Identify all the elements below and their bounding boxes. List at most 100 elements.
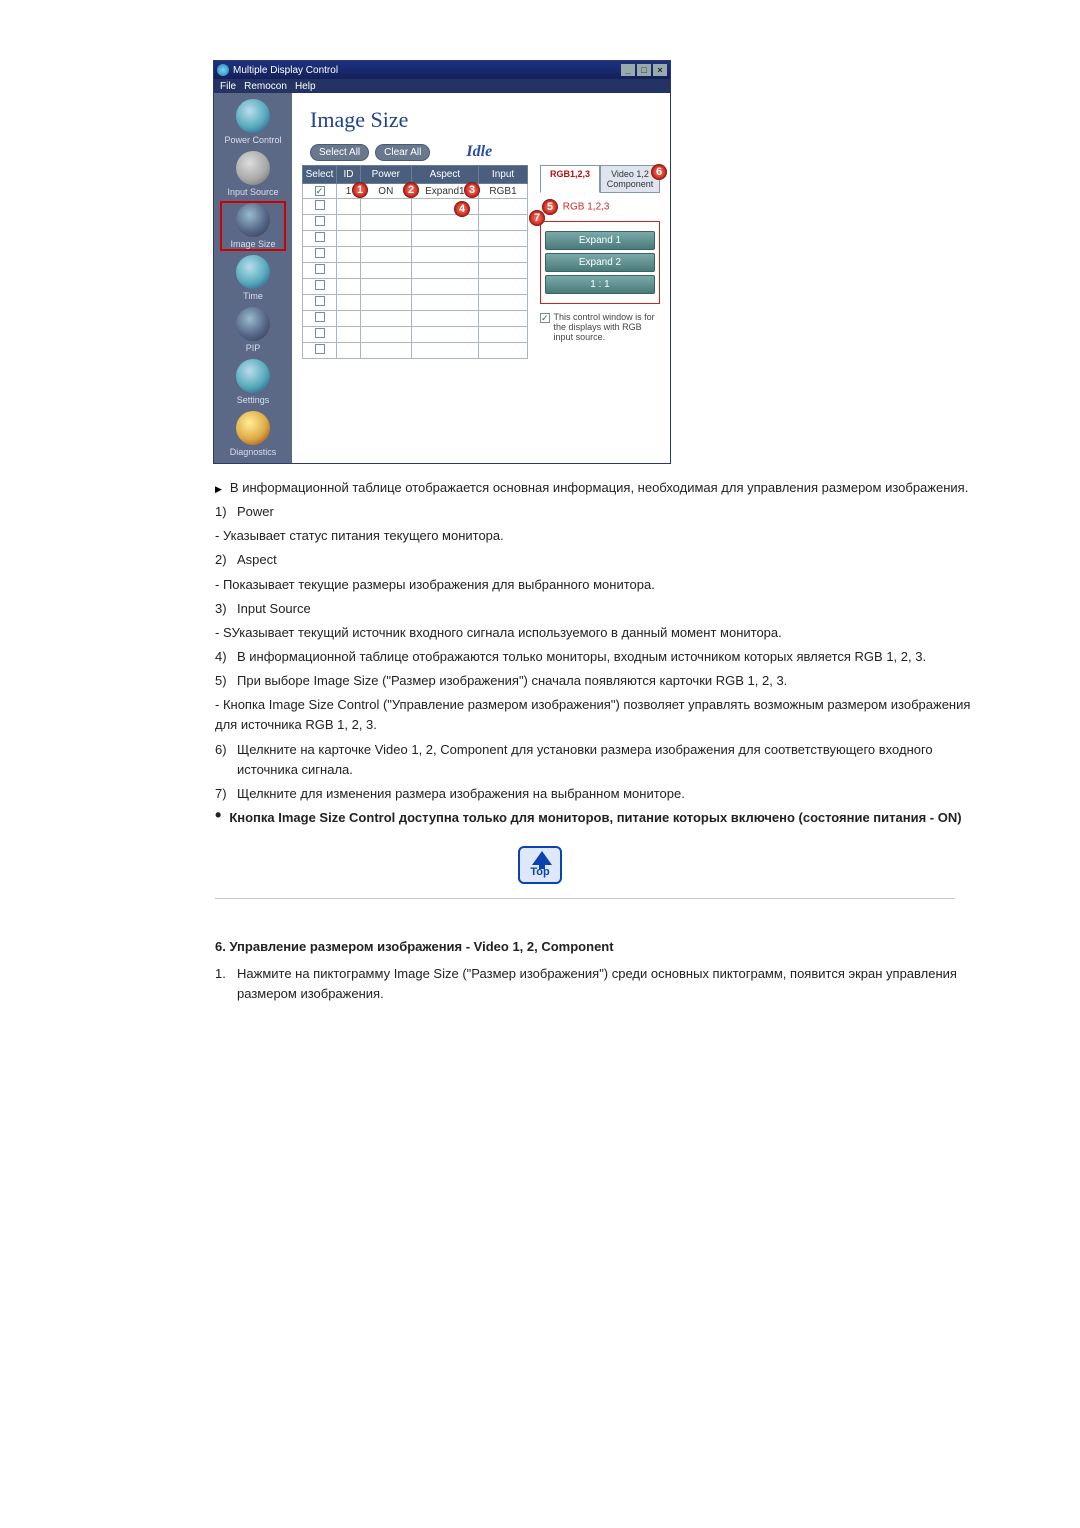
sidebar-item-time[interactable]: Time xyxy=(222,255,284,301)
sidebar-item-label: Time xyxy=(243,291,263,301)
item-2: 2) Aspect xyxy=(215,550,975,570)
row-checkbox[interactable] xyxy=(315,264,325,274)
note-text: This control window is for the displays … xyxy=(554,312,660,342)
item-3-body: - SУказывает текущий источник входного с… xyxy=(215,623,975,643)
table-row[interactable] xyxy=(303,279,528,295)
monitor-table: Select ID Power Aspect Input xyxy=(302,165,528,359)
sidebar: Power Control Input Source Image Size Ti… xyxy=(214,93,292,463)
app-icon xyxy=(217,64,229,76)
clear-all-button[interactable]: Clear All xyxy=(375,144,430,161)
sidebar-item-power-control[interactable]: Power Control xyxy=(222,99,284,145)
titlebar: Multiple Display Control _ □ × xyxy=(214,61,670,79)
power-control-icon xyxy=(236,99,270,133)
minimize-icon[interactable]: _ xyxy=(621,64,635,76)
menu-help[interactable]: Help xyxy=(295,81,316,92)
panel-title: Image Size xyxy=(292,93,670,143)
table-row[interactable] xyxy=(303,231,528,247)
one-to-one-button[interactable]: 1 : 1 xyxy=(545,275,655,294)
table-row[interactable] xyxy=(303,215,528,231)
table-row[interactable] xyxy=(303,263,528,279)
sidebar-item-label: Image Size xyxy=(230,239,275,249)
row-checkbox[interactable] xyxy=(315,328,325,338)
col-select: Select xyxy=(303,166,337,184)
maximize-icon[interactable]: □ xyxy=(637,64,651,76)
section-6-item-1: 1. Нажмите на пиктограмму Image Size ("Р… xyxy=(215,964,975,1004)
item-5: 5) При выборе Image Size ("Размер изобра… xyxy=(215,671,975,691)
row-checkbox[interactable] xyxy=(315,200,325,210)
sidebar-item-input-source[interactable]: Input Source xyxy=(222,151,284,197)
table-row[interactable] xyxy=(303,343,528,359)
image-size-icon xyxy=(236,203,270,237)
top-label: Top xyxy=(520,866,560,878)
section-6-heading: 6. Управление размером изображения - Vid… xyxy=(215,939,975,954)
menu-remocon[interactable]: Remocon xyxy=(244,81,287,92)
idle-indicator: Idle xyxy=(466,143,492,161)
item-2-body: - Показывает текущие размеры изображения… xyxy=(215,575,975,595)
sidebar-item-label: PIP xyxy=(246,343,261,353)
col-power: Power xyxy=(361,166,412,184)
select-all-button[interactable]: Select All xyxy=(310,144,369,161)
diagnostics-icon xyxy=(236,411,270,445)
close-icon[interactable]: × xyxy=(653,64,667,76)
table-row[interactable] xyxy=(303,327,528,343)
sidebar-item-settings[interactable]: Settings xyxy=(222,359,284,405)
divider xyxy=(215,898,955,899)
cell-input: RGB1 xyxy=(479,184,528,199)
callout-marker-4: 4 xyxy=(454,201,470,217)
input-source-icon xyxy=(236,151,270,185)
tab-rgb-label: RGB1,2,3 xyxy=(550,169,590,179)
sidebar-item-label: Diagnostics xyxy=(230,447,277,457)
tab-video-label: Video 1,2 Component xyxy=(607,169,654,189)
back-to-top-button[interactable]: Top xyxy=(518,846,562,884)
callout-marker-7: 7 xyxy=(529,210,545,226)
time-icon xyxy=(236,255,270,289)
tab-video[interactable]: Video 1,2 Component 6 xyxy=(600,165,660,193)
item-1-body: - Указывает статус питания текущего мони… xyxy=(215,526,975,546)
row-checkbox[interactable] xyxy=(315,280,325,290)
callout-marker-2: 2 xyxy=(403,182,419,198)
sidebar-item-label: Power Control xyxy=(224,135,281,145)
callout-marker-6: 6 xyxy=(651,164,667,180)
row-checkbox[interactable] xyxy=(315,232,325,242)
row-checkbox[interactable] xyxy=(315,344,325,354)
pip-icon xyxy=(236,307,270,341)
table-row[interactable] xyxy=(303,199,528,215)
intro-bullet: В информационной таблице отображается ос… xyxy=(215,478,975,498)
app-window: Multiple Display Control _ □ × File Remo… xyxy=(213,60,671,464)
expand2-button[interactable]: Expand 2 xyxy=(545,253,655,272)
window-title: Multiple Display Control xyxy=(233,65,621,76)
callout-marker-3: 3 xyxy=(464,182,480,198)
expand1-button[interactable]: Expand 1 xyxy=(545,231,655,250)
sidebar-item-image-size[interactable]: Image Size xyxy=(222,203,284,249)
sidebar-item-label: Settings xyxy=(237,395,270,405)
item-3: 3) Input Source xyxy=(215,599,975,619)
callout-marker-5: 5 xyxy=(542,199,558,215)
table-row[interactable] xyxy=(303,295,528,311)
tab-rgb[interactable]: RGB1,2,3 xyxy=(540,165,600,193)
sidebar-item-diagnostics[interactable]: Diagnostics xyxy=(222,411,284,457)
menu-file[interactable]: File xyxy=(220,81,236,92)
main-area: Image Size Select All Clear All Idle Sel… xyxy=(292,93,670,463)
col-aspect: Aspect xyxy=(411,166,478,184)
item-5-sub: - Кнопка Image Size Control ("Управление… xyxy=(215,695,975,735)
row-checkbox[interactable] xyxy=(315,216,325,226)
note-checkbox[interactable] xyxy=(540,313,550,323)
sidebar-item-label: Input Source xyxy=(227,187,278,197)
sidebar-item-pip[interactable]: PIP xyxy=(222,307,284,353)
table-row[interactable] xyxy=(303,247,528,263)
row-checkbox[interactable] xyxy=(315,248,325,258)
item-1: 1) Power xyxy=(215,502,975,522)
row-checkbox[interactable] xyxy=(315,186,325,196)
item-4: 4) В информационной таблице отображаются… xyxy=(215,647,975,667)
row-checkbox[interactable] xyxy=(315,296,325,306)
bold-note: Кнопка Image Size Control доступна тольк… xyxy=(215,808,975,828)
menubar: File Remocon Help xyxy=(214,79,670,93)
arrow-icon xyxy=(215,478,222,498)
subtab-label: 5 RGB 1,2,3 xyxy=(542,199,660,215)
col-input: Input xyxy=(479,166,528,184)
item-7: 7) Щелкните для изменения размера изобра… xyxy=(215,784,975,804)
right-pane: RGB1,2,3 Video 1,2 Component 6 5 RGB 1,2… xyxy=(540,165,660,359)
row-checkbox[interactable] xyxy=(315,312,325,322)
settings-icon xyxy=(236,359,270,393)
table-row[interactable] xyxy=(303,311,528,327)
